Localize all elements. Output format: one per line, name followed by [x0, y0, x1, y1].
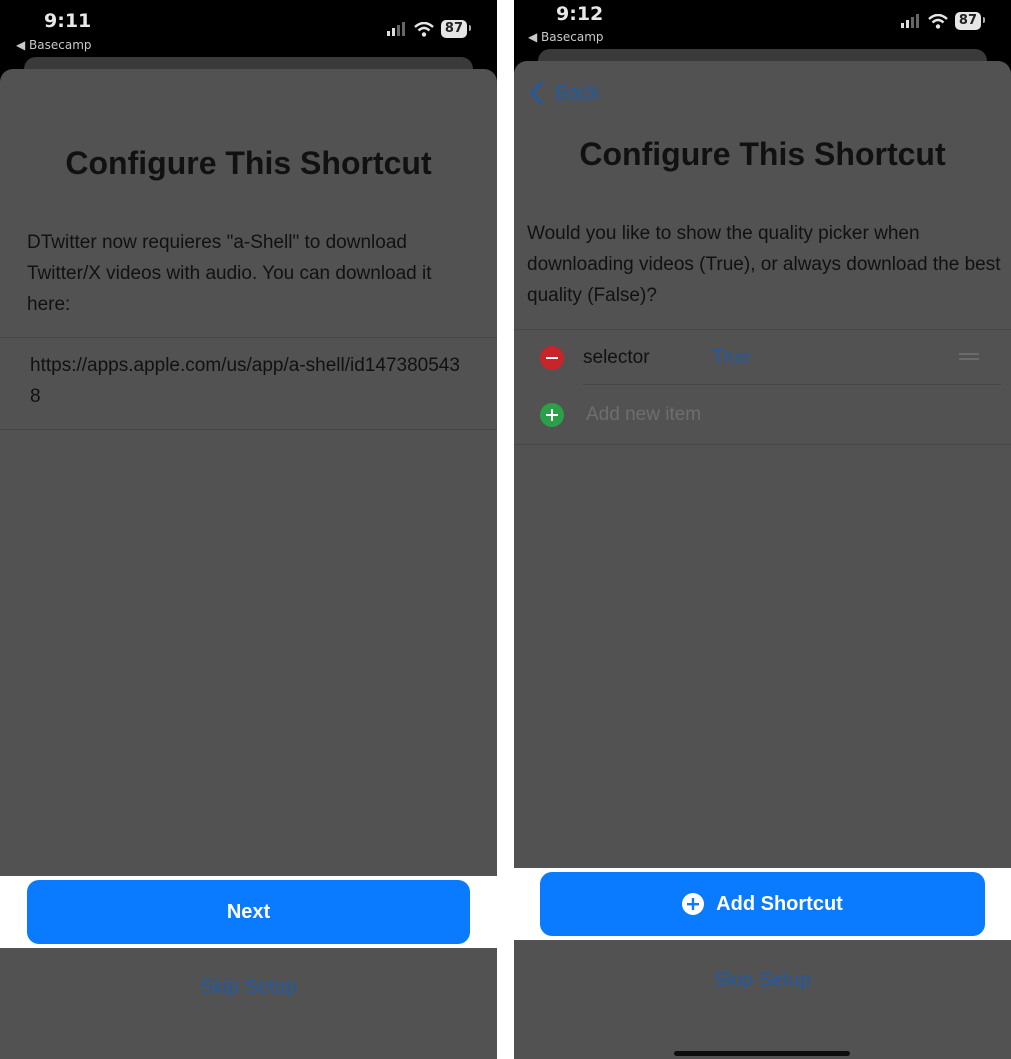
skip-setup-button[interactable]: Skip Setup	[514, 969, 1011, 992]
add-item-placeholder: Add new item	[586, 404, 702, 425]
right-screen: 9:12 ◀ Basecamp 87 Back Configure This S…	[514, 0, 1011, 1059]
back-to-app-link[interactable]: ◀ Basecamp	[16, 38, 92, 52]
status-time: 9:12	[556, 3, 604, 25]
chevron-left-icon	[530, 81, 543, 105]
back-label: Back	[555, 81, 600, 104]
home-indicator	[674, 1051, 850, 1056]
status-indicators: 87	[900, 12, 986, 30]
battery-icon: 87	[440, 20, 472, 38]
signal-icon	[900, 14, 919, 28]
status-time: 9:11	[44, 10, 92, 32]
wifi-icon	[928, 13, 948, 29]
divider	[514, 444, 1011, 445]
add-shortcut-button[interactable]: Add Shortcut	[540, 872, 985, 936]
status-indicators: 87	[386, 20, 472, 38]
item-value[interactable]: True	[712, 347, 750, 369]
battery-icon: 87	[954, 12, 986, 30]
minus-circle-icon[interactable]	[540, 346, 564, 370]
reorder-icon[interactable]	[959, 353, 979, 360]
next-button[interactable]: Next	[27, 880, 470, 944]
question-text: Would you like to show the quality picke…	[527, 223, 1001, 306]
back-button[interactable]: Back	[528, 81, 599, 105]
page-title: Configure This Shortcut	[65, 145, 432, 181]
button-highlight: Add Shortcut	[514, 868, 1011, 940]
divider	[514, 329, 1011, 330]
wifi-icon	[414, 21, 434, 37]
divider	[0, 429, 497, 430]
divider	[583, 384, 1001, 385]
plus-circle-icon	[682, 893, 705, 915]
back-to-app-link[interactable]: ◀ Basecamp	[528, 30, 604, 44]
url-text[interactable]: https://apps.apple.com/us/app/a-shell/id…	[30, 350, 460, 412]
configure-sheet: Back Configure This Shortcut Would you l…	[514, 61, 1011, 1059]
skip-setup-button[interactable]: Skip Setup	[0, 976, 497, 999]
button-highlight: Next	[0, 876, 497, 948]
item-key: selector	[583, 347, 650, 368]
divider	[0, 337, 497, 338]
plus-circle-icon[interactable]	[540, 403, 564, 427]
left-screen: 9:11 ◀ Basecamp 87 Configure This Shortc…	[0, 0, 497, 1059]
signal-icon	[386, 22, 405, 36]
add-shortcut-label: Add Shortcut	[716, 892, 843, 915]
configure-sheet: Configure This Shortcut DTwitter now req…	[0, 69, 497, 1059]
description-text: DTwitter now requieres "a-Shell" to down…	[27, 232, 432, 315]
page-title: Configure This Shortcut	[579, 136, 946, 172]
